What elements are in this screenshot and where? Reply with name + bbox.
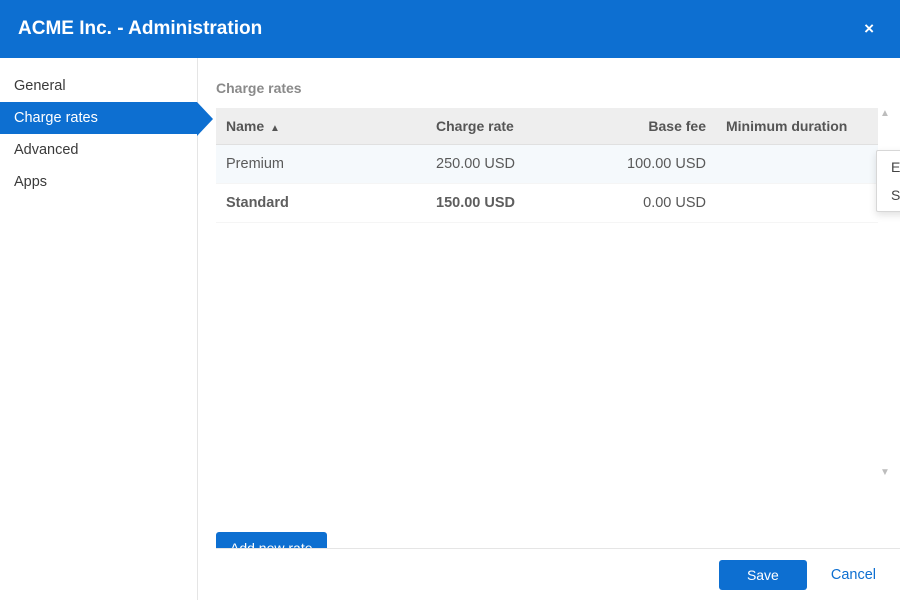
column-header-base[interactable]: Base fee: [576, 108, 716, 145]
dialog-title: ACME Inc. - Administration: [18, 18, 262, 40]
cancel-button[interactable]: Cancel: [825, 566, 882, 584]
save-button[interactable]: Save: [719, 560, 807, 590]
cell-min: [716, 184, 878, 223]
cell-rate: 150.00 USD: [426, 184, 576, 223]
column-header-label: Base fee: [648, 118, 706, 134]
empty-area: [216, 223, 890, 481]
dialog-body: General Charge rates Advanced Apps Charg…: [0, 58, 900, 600]
sidebar-item-label: Apps: [14, 174, 47, 190]
scroll-up-icon[interactable]: ▲: [880, 108, 890, 119]
close-icon[interactable]: ×: [856, 15, 882, 43]
sort-ascending-icon: ▲: [270, 123, 280, 134]
column-header-min-duration[interactable]: Minimum duration: [716, 108, 878, 145]
column-header-label: Charge rate: [436, 118, 514, 134]
column-header-rate[interactable]: Charge rate: [426, 108, 576, 145]
sidebar-item-label: Charge rates: [14, 110, 98, 126]
sidebar-item-charge-rates[interactable]: Charge rates: [0, 102, 197, 134]
cell-base: 0.00 USD: [576, 184, 716, 223]
rates-table: Name ▲ Charge rate Base fee Minimum dura…: [216, 108, 878, 223]
sidebar: General Charge rates Advanced Apps: [0, 58, 198, 600]
scroll-down-icon[interactable]: ▼: [880, 467, 890, 478]
column-header-label: Minimum duration: [726, 118, 847, 134]
menu-item-set-default[interactable]: Set to default: [877, 181, 900, 209]
sidebar-item-label: Advanced: [14, 142, 79, 158]
main-panel: Charge rates Name ▲ Charge rate Base fee: [198, 58, 900, 600]
rates-table-wrap: Name ▲ Charge rate Base fee Minimum dura…: [216, 108, 890, 223]
table-row[interactable]: Premium 250.00 USD 100.00 USD: [216, 145, 878, 184]
sidebar-item-advanced[interactable]: Advanced: [0, 134, 197, 166]
sidebar-item-label: General: [14, 78, 66, 94]
column-header-label: Name: [226, 118, 264, 134]
cell-name: Premium: [216, 145, 426, 184]
table-row[interactable]: Standard 150.00 USD 0.00 USD: [216, 184, 878, 223]
cell-name: Standard: [216, 184, 426, 223]
dialog-footer: Save Cancel: [216, 548, 900, 600]
section-title: Charge rates: [216, 80, 890, 96]
menu-item-edit-settings[interactable]: Edit settings: [877, 153, 900, 181]
sidebar-item-general[interactable]: General: [0, 70, 197, 102]
cell-rate: 250.00 USD: [426, 145, 576, 184]
cell-min: [716, 145, 878, 184]
row-actions-menu: Edit settings Set to default: [876, 150, 900, 212]
cell-base: 100.00 USD: [576, 145, 716, 184]
column-header-name[interactable]: Name ▲: [216, 108, 426, 145]
sidebar-item-apps[interactable]: Apps: [0, 166, 197, 198]
dialog-header: ACME Inc. - Administration ×: [0, 0, 900, 58]
